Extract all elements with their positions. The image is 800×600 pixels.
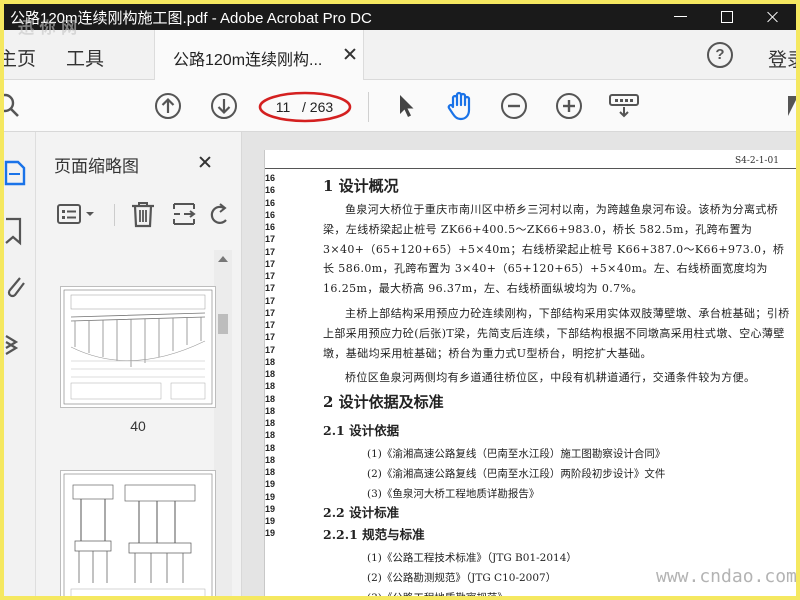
subsection-heading: 2.2 设计标准: [323, 505, 400, 520]
zoom-in-icon[interactable]: [555, 92, 583, 120]
line-number: 17: [265, 258, 276, 269]
thumbnail-options-icon[interactable]: [56, 200, 98, 228]
close-window-icon[interactable]: [750, 4, 796, 30]
layers-icon[interactable]: [4, 328, 28, 358]
sign-in-link[interactable]: 登录: [768, 45, 796, 72]
window-controls: [658, 4, 796, 30]
page-display-icon[interactable]: [608, 92, 640, 120]
document-viewport[interactable]: S4-2-1-01 16 16 16 16 16 17 17 17 17 17 17 17 17 17 17…: [242, 132, 796, 596]
prev-page-icon[interactable]: [154, 92, 182, 120]
tab-tools[interactable]: 工具: [66, 44, 104, 71]
line-number: 19: [265, 491, 276, 502]
line-number: 17: [265, 271, 276, 281]
line-number: 17: [265, 320, 276, 330]
paragraph: 鱼泉河大桥位于重庆市南川区中桥乡三河村以南，为跨越鱼泉河布设。该桥为分离式桥梁，…: [323, 203, 785, 296]
extract-pages-icon[interactable]: [170, 200, 200, 228]
close-tab-icon[interactable]: [343, 47, 357, 61]
reference-list: (1)《渝湘高速公路复线（巴南至水江段）施工图勘察设计合同》 (2)《渝湘高速公…: [323, 444, 793, 504]
panel-scrollbar[interactable]: [214, 250, 232, 596]
line-number: 16: [265, 185, 276, 196]
section-heading: 2 设计依据及标准: [323, 393, 444, 411]
paragraph: 桥位区鱼泉河两侧均有乡道通往桥位区，中段有机耕道通行，交通条件较为方便。: [345, 371, 756, 384]
list-item: (1)《公路工程技术标准》（JTG B01-2014）: [367, 552, 577, 564]
annotation-ellipse: [258, 91, 352, 123]
list-item: (3)《公路工程地质勘察规范》: [323, 588, 793, 596]
line-number-gutter: 16 16 16 16 16 17 17 17 17 17 17 17 17 17 17 18 18 18 18 18…: [265, 172, 287, 540]
watermark: www.cndao.com: [656, 566, 797, 587]
panel-tool-divider: [114, 204, 115, 226]
header-rule: [265, 168, 796, 169]
line-number: 16: [265, 197, 276, 208]
bookmarks-icon[interactable]: [4, 216, 28, 246]
thumbnail-drawing: [63, 473, 213, 596]
line-number: 17: [265, 344, 276, 355]
list-item: (1)《渝湘高速公路复线（巴南至水江段）施工图勘察设计合同》: [367, 448, 666, 460]
line-number: 19: [265, 479, 276, 490]
page-thumbnails-icon[interactable]: [4, 158, 28, 188]
document-tab-label: 公路120m连续刚构...: [173, 52, 323, 69]
line-number: 19: [265, 503, 276, 514]
line-number: 18: [265, 430, 276, 441]
minimize-icon[interactable]: [658, 4, 704, 30]
more-tools-icon[interactable]: [786, 92, 796, 120]
section-heading: 1 设计概况: [323, 177, 399, 195]
line-number: 16: [265, 209, 276, 220]
line-number: 18: [265, 369, 276, 379]
subsection-heading: 2.1 设计依据: [323, 423, 400, 438]
line-number: 18: [265, 442, 276, 453]
line-number: 18: [265, 418, 276, 428]
line-number: 17: [265, 295, 276, 306]
subsection-heading: 2.2.1 规范与标准: [323, 527, 425, 542]
line-number: 17: [265, 307, 276, 318]
page-thumbnail[interactable]: [60, 286, 216, 408]
maximize-icon[interactable]: [704, 4, 750, 30]
thumbnail-panel: 页面缩略图 40: [36, 132, 242, 596]
line-number: 18: [265, 356, 276, 367]
attachments-icon[interactable]: [4, 272, 28, 302]
list-item: (3)《鱼泉河大桥工程地质详勘报告》: [367, 488, 540, 500]
hand-tool-icon[interactable]: [444, 90, 476, 122]
delete-icon[interactable]: [128, 200, 158, 228]
line-number: 16: [265, 173, 276, 183]
next-page-icon[interactable]: [210, 92, 238, 120]
select-cursor-icon[interactable]: [392, 92, 420, 120]
line-number: 18: [265, 405, 276, 416]
scroll-up-icon[interactable]: [218, 256, 228, 262]
thumbnail-page-label: 40: [130, 418, 146, 434]
tab-home[interactable]: 主页: [4, 44, 36, 71]
watermark: 迅 你 网: [18, 18, 78, 37]
help-icon[interactable]: ?: [707, 42, 733, 68]
title-bar: 公路120m连续刚构施工图.pdf - Adobe Acrobat Pro DC: [4, 4, 796, 30]
line-number: 17: [265, 332, 276, 343]
line-number: 17: [265, 283, 276, 294]
acrobat-window: 公路120m连续刚构施工图.pdf - Adobe Acrobat Pro DC…: [4, 4, 796, 596]
tab-bar: 主页 工具 公路120m连续刚构... ? 登录: [4, 30, 796, 80]
line-number: 18: [265, 381, 276, 392]
zoom-out-icon[interactable]: [500, 92, 528, 120]
list-item: (2)《渝湘高速公路复线（巴南至水江段）两阶段初步设计》文件: [367, 468, 666, 480]
pdf-page: S4-2-1-01 16 16 16 16 16 17 17 17 17 17 17 17 17 17 17…: [264, 150, 796, 596]
line-number: 16: [265, 222, 276, 232]
toolbar-divider: [368, 92, 369, 122]
line-number: 17: [265, 246, 276, 257]
line-number: 19: [265, 528, 276, 539]
line-number: 18: [265, 393, 276, 404]
toolbar: / 263: [4, 80, 796, 132]
rotate-page-icon[interactable]: [208, 200, 228, 228]
line-number: 18: [265, 454, 276, 465]
page-thumbnail[interactable]: [60, 470, 216, 596]
tab-document[interactable]: 公路120m连续刚构...: [154, 30, 364, 80]
close-panel-icon[interactable]: [198, 155, 212, 169]
search-icon[interactable]: [4, 92, 22, 120]
paragraph: 主桥上部结构采用预应力砼连续刚构，下部结构采用实体双肢薄壁墩、承台桩基础；引桥上…: [323, 307, 790, 360]
left-icon-rail: [4, 132, 36, 596]
line-number: 17: [265, 234, 276, 245]
page-code: S4-2-1-01: [735, 156, 779, 166]
line-number: 19: [265, 516, 276, 526]
line-number: 18: [265, 467, 276, 477]
scroll-thumb[interactable]: [218, 314, 228, 334]
panel-title: 页面缩略图: [54, 157, 139, 177]
thumbnail-drawing: [63, 289, 213, 405]
